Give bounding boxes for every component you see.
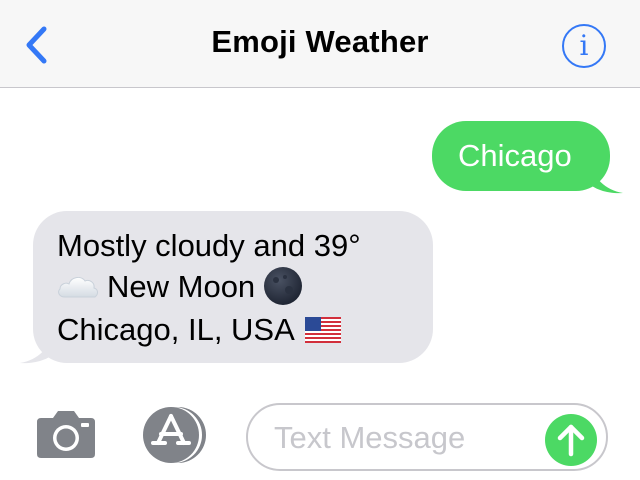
- info-icon: i: [579, 29, 589, 62]
- message-field[interactable]: [246, 403, 608, 471]
- new-moon-emoji: [264, 266, 303, 305]
- message-line-moon: New Moon: [57, 266, 433, 309]
- message-input[interactable]: [274, 417, 534, 459]
- moon-text: New Moon: [107, 269, 256, 304]
- message-line-location: Chicago, IL, USA: [57, 309, 433, 350]
- us-flag-emoji: [304, 316, 341, 343]
- info-button[interactable]: i: [562, 24, 606, 68]
- navigation-bar: Emoji Weather i: [0, 0, 640, 88]
- conversation-title: Emoji Weather: [211, 24, 429, 59]
- outgoing-message-bubble[interactable]: Chicago: [432, 121, 610, 191]
- location-text: Chicago, IL, USA: [57, 311, 295, 347]
- message-text: Chicago: [458, 138, 572, 173]
- cloud-emoji: [58, 276, 98, 298]
- app-store-icon: [143, 407, 206, 463]
- send-button[interactable]: [545, 414, 597, 466]
- send-arrow-icon: [557, 424, 585, 457]
- app-store-button[interactable]: [138, 405, 214, 465]
- camera-icon: [37, 411, 95, 458]
- incoming-message-bubble[interactable]: Mostly cloudy and 39° New Moon Chicago, …: [33, 211, 433, 363]
- messages-screen: Emoji Weather i Chicago Mostly cloudy an…: [0, 0, 640, 480]
- camera-button[interactable]: [33, 408, 99, 462]
- message-line-weather: Mostly cloudy and 39°: [57, 228, 361, 263]
